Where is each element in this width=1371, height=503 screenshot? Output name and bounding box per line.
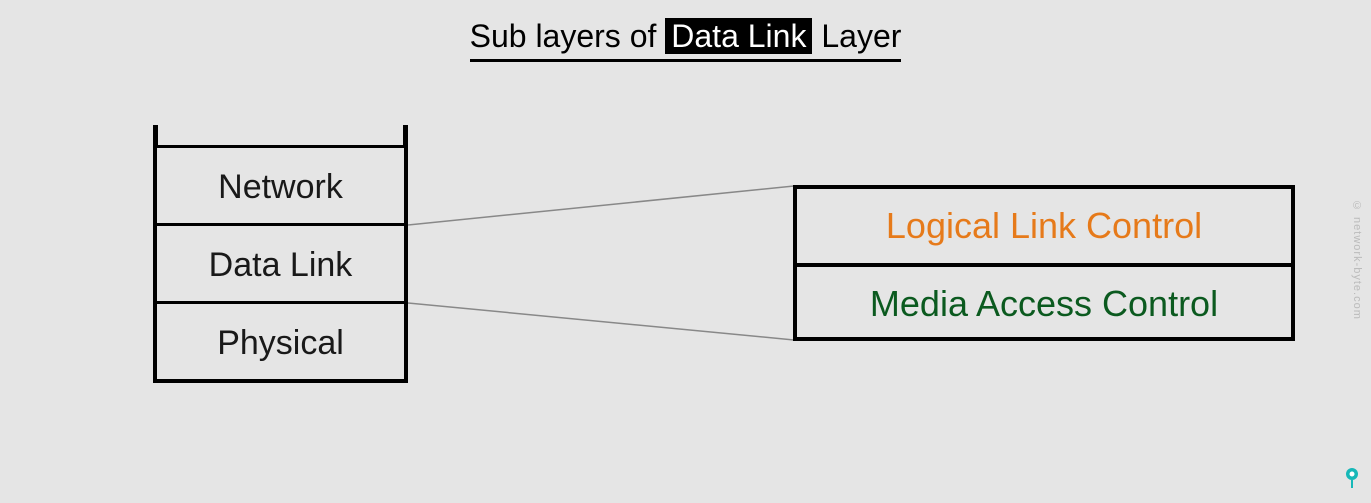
sublayer-llc: Logical Link Control bbox=[797, 189, 1291, 263]
layer-physical: Physical bbox=[157, 301, 404, 379]
watermark-text: © network-byte.com bbox=[1351, 200, 1363, 320]
data-link-sublayers: Logical Link Control Media Access Contro… bbox=[793, 185, 1295, 341]
expansion-connector-bottom bbox=[408, 302, 794, 347]
diagram-title: Sub layers of Data Link Layer bbox=[0, 18, 1371, 62]
watermark-pin-icon bbox=[1343, 467, 1361, 489]
title-prefix: Sub layers of bbox=[470, 18, 666, 54]
title-suffix: Layer bbox=[812, 18, 901, 54]
osi-layer-stack: Network Data Link Physical bbox=[153, 145, 408, 383]
sublayer-mac: Media Access Control bbox=[797, 263, 1291, 337]
expansion-connector-top bbox=[408, 185, 794, 230]
stack-open-tick-right bbox=[403, 125, 408, 147]
title-highlight: Data Link bbox=[665, 18, 812, 54]
stack-open-tick-left bbox=[153, 125, 158, 147]
layer-data-link: Data Link bbox=[157, 223, 404, 301]
layer-network: Network bbox=[157, 145, 404, 223]
